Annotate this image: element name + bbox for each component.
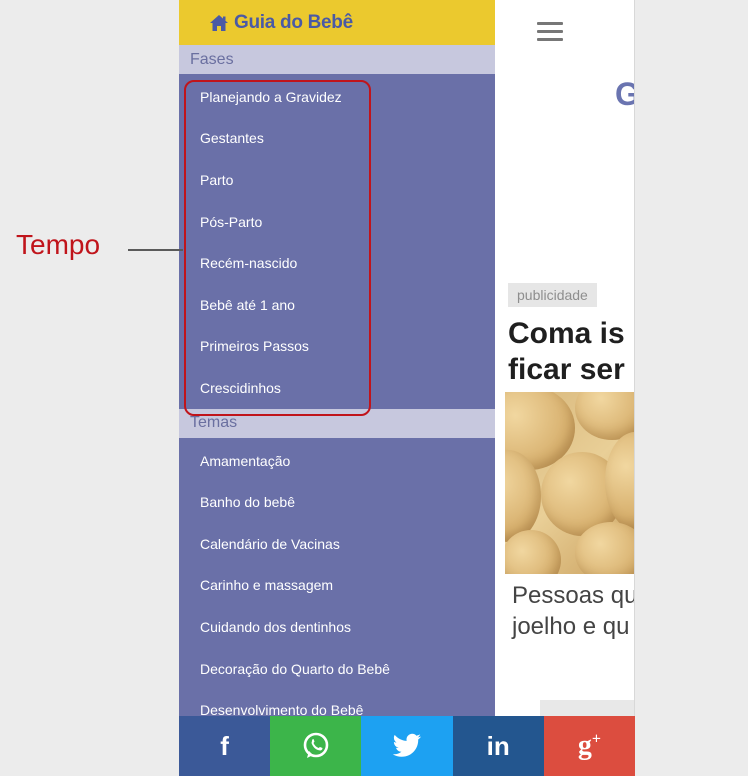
ad-description: Pessoas qu joelho e qu <box>512 580 635 642</box>
nav-item-carinho-e-massagem[interactable]: Carinho e massagem <box>179 565 495 607</box>
nav-item-decoracao-do-quarto[interactable]: Decoração do Quarto do Bebê <box>179 648 495 690</box>
twitter-icon <box>392 733 421 757</box>
ad-headline-line: Coma is <box>508 317 625 350</box>
nav-item-calendario-de-vacinas[interactable]: Calendário de Vacinas <box>179 523 495 565</box>
facebook-share-button[interactable]: f <box>179 716 271 776</box>
ad-label: publicidade <box>508 283 597 307</box>
drawer-header[interactable]: Guia do Bebê <box>179 0 495 45</box>
nav-item-amamentacao[interactable]: Amamentação <box>179 440 495 482</box>
ad-description-line: Pessoas qu <box>512 582 635 609</box>
annotation-connector-line <box>128 249 183 251</box>
main-content: G publicidade Coma is ficar ser Pessoas … <box>495 0 635 776</box>
ad-image[interactable] <box>505 392 634 574</box>
annotation-highlight-box <box>184 80 371 416</box>
ad-headline[interactable]: Coma is ficar ser <box>508 316 625 388</box>
nav-item-desenvolvimento-do-bebe[interactable]: Desenvolvimento do Bebê <box>179 689 495 716</box>
annotation-label: Tempo <box>16 229 101 260</box>
ad-description-line: joelho e qu <box>512 613 630 640</box>
temas-list: Amamentação Banho do bebê Calendário de … <box>179 438 495 716</box>
home-icon <box>210 14 228 31</box>
google-plus-share-button[interactable]: g+ <box>543 716 635 776</box>
site-logo-partial: G <box>615 76 634 113</box>
linkedin-icon: in <box>486 730 510 761</box>
whatsapp-icon <box>303 732 329 758</box>
ad-headline-line: ficar ser <box>508 353 625 386</box>
site-title: Guia do Bebê <box>234 11 353 33</box>
section-header-fases: Fases <box>179 45 495 74</box>
twitter-share-button[interactable] <box>361 716 453 776</box>
linkedin-share-button[interactable]: in <box>452 716 544 776</box>
whatsapp-share-button[interactable] <box>270 716 362 776</box>
nav-item-cuidando-dos-dentinhos[interactable]: Cuidando dos dentinhos <box>179 606 495 648</box>
facebook-icon: f <box>220 730 229 761</box>
social-share-bar: f in g+ <box>179 716 635 776</box>
google-plus-icon: g+ <box>577 730 601 761</box>
nav-item-banho-do-bebe[interactable]: Banho do bebê <box>179 481 495 523</box>
menu-icon[interactable] <box>537 22 563 42</box>
